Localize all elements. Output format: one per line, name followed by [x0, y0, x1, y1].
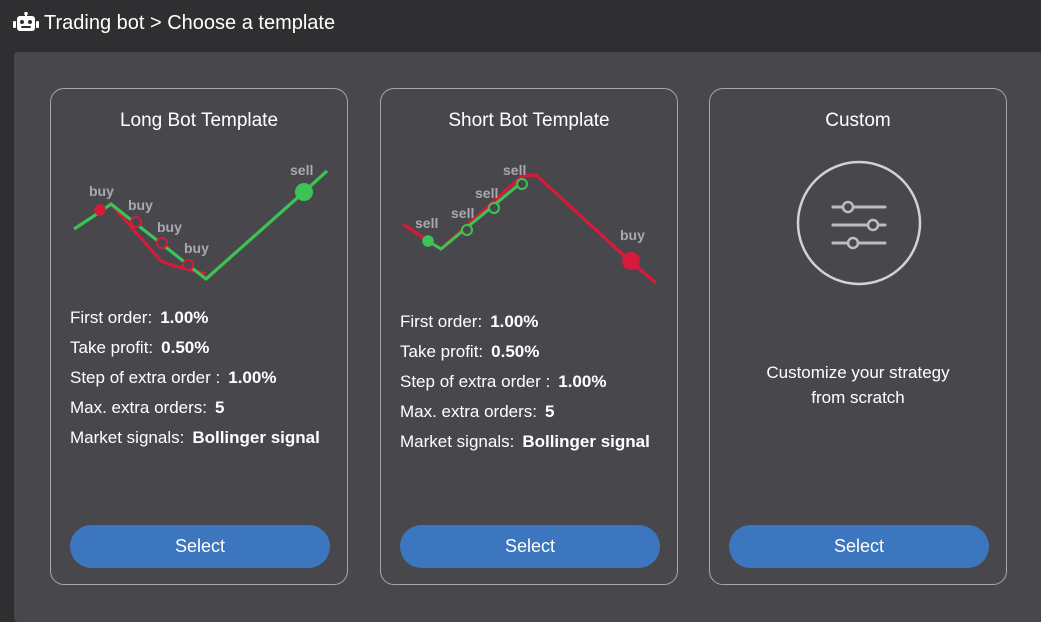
long-bot-template-card: Long Bot Template buy buy buy buy sell F… — [50, 88, 348, 585]
short-chart-red-line — [402, 173, 658, 285]
chart-label: sell — [475, 185, 498, 201]
custom-template-card: Custom Customize your strategy from scra… — [709, 88, 1007, 585]
stat-step-extra-order: Step of extra order :1.00% — [70, 368, 277, 387]
chart-label: buy — [128, 197, 153, 213]
buy-marker — [130, 216, 142, 228]
chart-label: sell — [415, 215, 438, 231]
sell-marker — [516, 178, 528, 190]
stat-first-order: First order: 1.00% — [400, 312, 539, 331]
select-short-bot-button[interactable]: Select — [400, 525, 660, 568]
stat-market-signals: Market signals: Bollinger signal — [70, 428, 320, 447]
select-custom-button[interactable]: Select — [729, 525, 989, 568]
stat-first-order: First order: 1.00% — [70, 308, 209, 327]
buy-marker — [182, 259, 194, 271]
sell-marker — [295, 183, 313, 201]
sell-marker — [422, 235, 434, 247]
sliders-icon — [796, 160, 922, 286]
chart-label: sell — [503, 162, 526, 178]
page-title: Trading bot > Choose a template — [44, 12, 336, 34]
stat-market-signals: Market signals: Bollinger signal — [400, 432, 650, 451]
chart-label: buy — [184, 240, 209, 256]
buy-marker — [622, 252, 640, 270]
select-long-bot-button[interactable]: Select — [70, 525, 330, 568]
stat-max-extra-orders: Max. extra orders: 5 — [400, 402, 555, 421]
short-bot-template-card: Short Bot Template sell sell sell sell b… — [380, 88, 678, 585]
chart-label: sell — [451, 205, 474, 221]
sell-marker — [488, 202, 500, 214]
custom-description: Customize your strategy from scratch — [766, 363, 950, 407]
buy-marker — [94, 204, 106, 216]
top-bar: Trading bot > Choose a template — [0, 0, 1041, 46]
buy-marker — [156, 237, 168, 249]
chart-label: buy — [157, 219, 182, 235]
stat-take-profit: Take profit: 0.50% — [400, 342, 540, 361]
robot-icon — [13, 12, 39, 31]
stat-step-extra-order: Step of extra order :1.00% — [400, 372, 607, 391]
stat-take-profit: Take profit: 0.50% — [70, 338, 210, 357]
template-stats: First order: 1.00% Take profit: 0.50% Step… — [70, 303, 320, 453]
chart-label: buy — [89, 183, 114, 199]
short-bot-chart: sell sell sell sell buy — [402, 162, 658, 285]
long-bot-chart: buy buy buy buy sell — [73, 162, 329, 281]
chart-label: buy — [620, 227, 645, 243]
template-stats: First order: 1.00% Take profit: 0.50% Step… — [400, 307, 650, 457]
chart-label: sell — [290, 162, 313, 178]
stat-max-extra-orders: Max. extra orders: 5 — [70, 398, 225, 417]
sell-marker — [461, 224, 473, 236]
